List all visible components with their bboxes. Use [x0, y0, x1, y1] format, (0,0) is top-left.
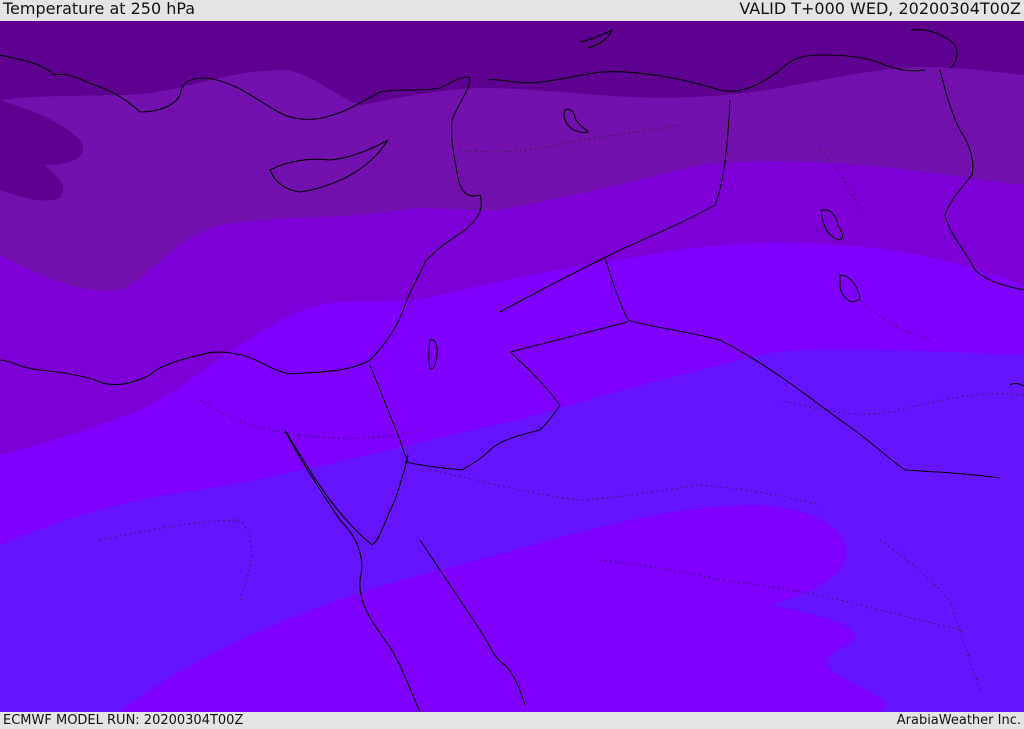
map-title: Temperature at 250 hPa	[3, 0, 196, 18]
footer-bar: ECMWF MODEL RUN: 20200304T00Z ArabiaWeat…	[0, 712, 1024, 729]
valid-time: VALID T+000 WED, 20200304T00Z	[739, 0, 1021, 18]
credit-label: ArabiaWeather Inc.	[896, 713, 1021, 728]
weather-map[interactable]	[0, 21, 1024, 712]
model-run-label: ECMWF MODEL RUN: 20200304T00Z	[3, 713, 244, 728]
header-bar: Temperature at 250 hPa VALID T+000 WED, …	[0, 0, 1024, 21]
